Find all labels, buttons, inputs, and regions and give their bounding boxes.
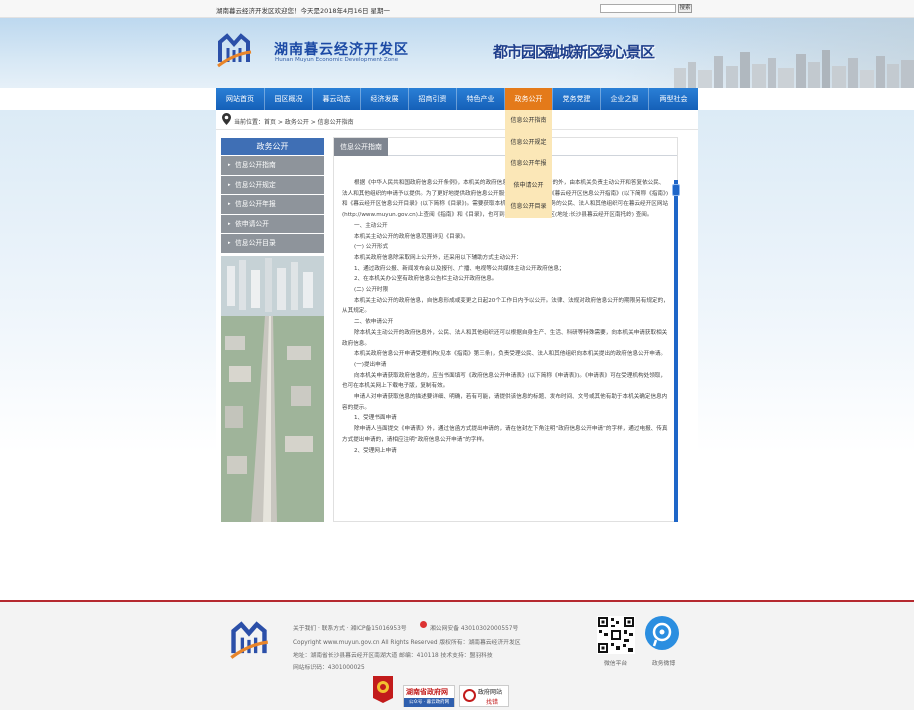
article-heading: (一) 公开形式 — [354, 244, 389, 251]
aerial-city-photo — [221, 256, 324, 522]
dropdown-item-guide[interactable]: 信息公开指南 — [505, 110, 552, 132]
left-menu-item-guide[interactable]: ▸ 信息公开指南 — [221, 155, 324, 175]
hunan-gov-badge-sub: 公众号 · 暮云政府网 — [404, 698, 454, 707]
left-menu: 政务公开 ▸ 信息公开指南 ▸ 信息公开规定 ▸ 信息公开年报 ▸ 依申请公开 ▸ 信息公… — [221, 138, 324, 253]
nav-item-overview[interactable]: 园区概况 — [265, 88, 312, 110]
search-button[interactable]: 搜索 — [678, 4, 692, 13]
weibo-label: 政务微博 — [652, 661, 676, 667]
gov-badge-title: 政府网站 — [478, 689, 503, 696]
footer-links[interactable]: 关于我们 · 联系方式 · 湘ICP备15016953号 — [293, 623, 407, 632]
left-menu-item-catalog[interactable]: ▸ 信息公开目录 — [221, 233, 324, 253]
footer-copyright: Copyright www.muyun.gov.cn All Rights Re… — [293, 640, 521, 646]
slogan-2: 融城新区 — [545, 43, 602, 61]
search-input[interactable] — [600, 4, 676, 13]
nav-item-government-affairs[interactable]: 政务公开 — [505, 88, 552, 110]
left-menu-title: 政务公开 — [221, 138, 324, 155]
arrow-right-icon: ▸ — [228, 220, 231, 227]
wechat-label: 微信平台 — [604, 661, 628, 667]
wechat-qr-code-icon[interactable] — [597, 616, 635, 654]
header-banner: 湖南暮云经济开发区 Hunan Muyun Economic Developme… — [0, 18, 914, 88]
nav-item-enterprise[interactable]: 企业之窗 — [601, 88, 648, 110]
nav-item-industry[interactable]: 特色产业 — [457, 88, 504, 110]
footer-site-id: 网站标识码：4301000025 — [293, 665, 365, 671]
article-paragraph: 本机关主动公开的政府信息范围详见《目录》。 — [354, 233, 469, 240]
article-paragraph: 本机关政府信息除采取网上公开外，还采用以下辅助方式主动公开： — [354, 254, 522, 261]
nav-item-home[interactable]: 网站首页 — [216, 88, 264, 110]
right-backdrop — [698, 110, 914, 600]
arrow-right-icon: ▸ — [228, 240, 231, 246]
city-skyline-image — [674, 50, 914, 88]
dropdown-item-application[interactable]: 依申请公开 — [505, 175, 552, 197]
slogan-1: 都市园区 — [493, 43, 550, 61]
arrow-right-icon: ▸ — [228, 201, 231, 207]
main-nav: 网站首页 园区概况 暮云动态 经济发展 招商引资 特色产业 政务公开 党务党建 … — [216, 88, 698, 110]
gov-badge-sub: 找错 — [486, 699, 499, 706]
police-badge-icon — [420, 621, 427, 628]
nav-item-news[interactable]: 暮云动态 — [313, 88, 360, 110]
article-paragraph: 申请人对申请获取信息的描述要详细、明确，若有可能，请提供该信息的标题、发布时间、… — [342, 394, 668, 411]
nav-item-investment[interactable]: 招商引资 — [409, 88, 456, 110]
party-emblem-icon[interactable] — [371, 674, 395, 704]
article-paragraph: 2、在本机关办公室有政府信息公告栏主动公开政府信息。 — [354, 276, 498, 283]
left-backdrop — [0, 110, 216, 600]
nav-item-economy[interactable]: 经济发展 — [361, 88, 408, 110]
footer-police-record[interactable]: 湘公网安备 43010302000557号 — [430, 623, 518, 632]
hunan-gov-badge-title: 湖南省政府网 — [406, 688, 448, 696]
article-paragraph: 本机关主动公开的政府信息，自信息形成或变更之日起20个工作日内予以公开。法律、法… — [342, 297, 669, 315]
arrow-right-icon: ▸ — [228, 181, 231, 188]
article-body: 根据《中华人民共和国政府信息公开条例》，本机关的政府信息，除依法不予公开的外，由… — [342, 178, 670, 518]
site-name-cn: 湖南暮云经济开发区 — [274, 42, 409, 58]
footer-address: 地址：湖南省长沙县暮云经开区南湖大道 邮编：410118 技术支持：盟羽科技 — [293, 653, 493, 659]
footer: 关于我们 · 联系方式 · 湘ICP备15016953号 湘公网安备 43010… — [0, 600, 914, 710]
article-heading: 二、依申请公开 — [354, 319, 394, 326]
arrow-right-icon: ▸ — [228, 162, 231, 168]
hunan-gov-badge[interactable]: 湖南省政府网 公众号 · 暮云政府网 — [403, 685, 455, 707]
nav-item-society[interactable]: 两型社会 — [649, 88, 698, 110]
site-name-en: Hunan Muyun Economic Development Zone — [275, 57, 399, 63]
welcome-text: 湖南暮云经济开发区欢迎您！今天是2018年4月16日 星期一 — [216, 7, 391, 15]
article-paragraph: 除本机关主动公开的政府信息外，公民、法人和其他组织还可以根据自身生产、生活、科研… — [342, 329, 668, 347]
article-paragraph: 除申请人当面提交《申请表》外，通过信函方式提出申请的，请在信封左下角注明“政府信… — [342, 426, 668, 443]
left-menu-item-rules[interactable]: ▸ 信息公开规定 — [221, 174, 324, 194]
muyun-logo-icon — [217, 33, 252, 68]
article-heading: 1、受理书面申请 — [354, 415, 397, 422]
footer-logo-icon — [230, 621, 269, 659]
content-scrollbar[interactable] — [674, 180, 678, 522]
scrollbar-handle[interactable] — [672, 184, 680, 196]
gov-website-error-badge[interactable]: 政府网站 找错 — [459, 685, 509, 707]
content-tab[interactable]: 信息公开指南 — [334, 138, 388, 156]
dropdown-item-rules[interactable]: 信息公开规定 — [505, 132, 552, 154]
article-paragraph: 向本机关申请获取政府信息的，应当书面填写《政府信息公开申请表》(以下简称《申请表… — [342, 372, 667, 390]
left-menu-item-application[interactable]: ▸ 依申请公开 — [221, 213, 324, 233]
article-heading: (一)提出申请 — [354, 361, 387, 368]
breadcrumb: 当前位置：首页 > 政务公开 > 信息公开指南 — [234, 119, 354, 126]
left-menu-item-annual-report[interactable]: ▸ 信息公开年报 — [221, 194, 324, 214]
top-bar: 湖南暮云经济开发区欢迎您！今天是2018年4月16日 星期一 搜索 — [0, 0, 914, 18]
article-heading: 2、受理网上申请 — [354, 447, 397, 454]
article-paragraph: 本机关政府信息公开申请受理机构(见本《指南》第三条)，负责受理公民、法人和其他组… — [354, 351, 667, 358]
nav-item-party[interactable]: 党务党建 — [553, 88, 600, 110]
dropdown-item-annual-report[interactable]: 信息公开年报 — [505, 153, 552, 175]
article-heading: 一、主动公开 — [354, 222, 388, 229]
article-paragraph: 1、通过政府公报、新闻发布会以及报刊、广播、电视等公共媒体主动公开政府信息； — [354, 265, 565, 272]
nav-dropdown-menu: 信息公开指南 信息公开规定 信息公开年报 依申请公开 信息公开目录 — [505, 110, 552, 218]
weibo-icon[interactable] — [645, 616, 679, 650]
article-heading: (二) 公开时限 — [354, 287, 389, 294]
location-pin-icon — [222, 113, 231, 125]
slogan-3: 绿心景区 — [598, 43, 655, 61]
magnifier-icon — [463, 689, 476, 702]
dropdown-item-catalog[interactable]: 信息公开目录 — [505, 196, 552, 218]
